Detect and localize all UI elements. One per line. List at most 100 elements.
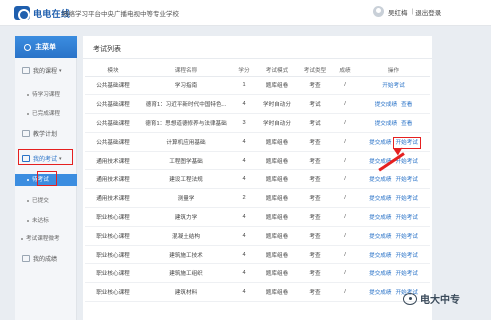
- cell-type: 考试: [297, 94, 333, 115]
- submit-grade-link[interactable]: 提交成绩: [369, 271, 391, 277]
- submit-grade-link[interactable]: 提交成绩: [369, 177, 391, 183]
- view-link[interactable]: 查看: [401, 102, 412, 108]
- logo-icon: [14, 6, 30, 21]
- start-exam-link[interactable]: 开始考试: [396, 271, 418, 277]
- exam-table: 模块 课程名称 学分 考试模式 考试类型 成绩 操作 公共基础课程 学习指南 1…: [85, 64, 430, 303]
- cell-credit: 4: [231, 169, 257, 190]
- cell-score: /: [333, 113, 357, 133]
- start-exam-link[interactable]: 开始考试: [396, 253, 418, 259]
- submit-grade-link[interactable]: 提交成绩: [369, 234, 391, 240]
- logout-link[interactable]: 退出登录: [415, 7, 441, 17]
- sidebar-item-exam-course-review[interactable]: 考试课程微考: [15, 234, 77, 242]
- table-row: 职业核心课程 建筑施工技术 4 题库组卷 考查 / 提交成绩 开始考试: [85, 245, 430, 265]
- cell-actions: 提交成绩 开始考试: [357, 263, 430, 284]
- cell-actions: 提交成绩 开始考试: [357, 245, 430, 265]
- cell-type: 考查: [297, 226, 333, 246]
- submit-grade-link[interactable]: 提交成绩: [375, 102, 397, 108]
- cell-course: 测量学: [141, 188, 231, 209]
- cell-score: /: [333, 282, 357, 303]
- cell-type: 考查: [297, 188, 333, 209]
- submit-grade-link[interactable]: 提交成绩: [369, 140, 391, 146]
- divider: [83, 58, 432, 59]
- start-exam-link[interactable]: 开始考试: [396, 177, 418, 183]
- watermark: 电大中专: [403, 291, 460, 306]
- cell-mode: 题库组卷: [257, 151, 297, 171]
- sidebar-item-label: 未达标: [32, 218, 49, 224]
- start-exam-link[interactable]: 开始考试: [396, 159, 418, 165]
- submit-grade-link[interactable]: 提交成绩: [369, 215, 391, 221]
- sidebar-item-label: 我的成绩: [33, 257, 58, 263]
- cell-score: /: [333, 76, 357, 96]
- start-exam-link[interactable]: 开始考试: [396, 215, 418, 221]
- sidebar-item-my-grades[interactable]: 我的成绩: [15, 254, 77, 263]
- cell-course: 德育1：思想道德修养与法律基础: [141, 113, 231, 133]
- watermark-text: 电大中专: [420, 295, 460, 306]
- start-exam-link[interactable]: 开始考试: [396, 196, 418, 202]
- sidebar-item-completed-courses[interactable]: 已完成课程: [15, 109, 77, 117]
- submit-grade-link[interactable]: 提交成绩: [375, 121, 397, 127]
- cell-actions: 开始考试: [357, 76, 430, 96]
- top-bar: 电电在线 网络学习平台 中央广播电视中等专业学校 吴红梅 | 退出登录: [0, 0, 491, 26]
- plan-icon: [22, 130, 30, 137]
- cell-type: 考查: [297, 282, 333, 303]
- cell-type: 考查: [297, 263, 333, 284]
- sidebar-item-submitted[interactable]: 已提交: [15, 196, 77, 204]
- sidebar-item-pending-courses[interactable]: 待学习课程: [15, 90, 77, 98]
- start-exam-link[interactable]: 开始考试: [382, 83, 404, 89]
- column-header: 模块: [85, 64, 141, 77]
- page-title: 考试列表: [93, 46, 121, 53]
- cell-score: /: [333, 207, 357, 227]
- table-row: 通用技术课程 工程图学基础 4 题库组卷 考查 / 提交成绩 开始考试: [85, 151, 430, 171]
- start-exam-link[interactable]: 开始考试: [396, 234, 418, 240]
- sidebar-item-label: 已提交: [32, 198, 49, 204]
- table-row: 职业核心课程 混凝土结构 4 题库组卷 考查 / 提交成绩 开始考试: [85, 226, 430, 246]
- submit-grade-link[interactable]: 提交成绩: [369, 290, 391, 296]
- column-header: 成绩: [333, 64, 357, 77]
- cell-score: /: [333, 132, 357, 152]
- submit-grade-link[interactable]: 提交成绩: [369, 253, 391, 259]
- cell-score: /: [333, 169, 357, 190]
- sidebar-item-my-courses[interactable]: 我的课程 ▾: [15, 66, 77, 75]
- grades-icon: [22, 255, 30, 262]
- bullet-icon: [27, 219, 29, 222]
- table-row: 通用技术课程 测量学 2 题库组卷 考查 / 提交成绩 开始考试: [85, 188, 430, 209]
- table-row: 公共基础课程 计算机应用基础 4 题库组卷 考查 / 提交成绩 开始考试: [85, 132, 430, 152]
- cell-credit: 4: [231, 132, 257, 152]
- cell-credit: 4: [231, 151, 257, 171]
- cell-module: 职业核心课程: [85, 282, 141, 303]
- sidebar-item-teaching-plan[interactable]: 教学计划: [15, 129, 77, 138]
- cell-mode: 题库组卷: [257, 226, 297, 246]
- cell-module: 职业核心课程: [85, 263, 141, 284]
- cell-mode: 题库组卷: [257, 169, 297, 190]
- cell-course: 建筑力学: [141, 207, 231, 227]
- sidebar-item-label: 我的课程: [33, 69, 58, 75]
- table-row: 通用技术课程 建设工程法规 4 题库组卷 考查 / 提交成绩 开始考试: [85, 169, 430, 190]
- user-name[interactable]: 吴红梅: [388, 7, 408, 17]
- cell-course: 工程图学基础: [141, 151, 231, 171]
- submit-grade-link[interactable]: 提交成绩: [369, 196, 391, 202]
- cell-actions: 提交成绩 开始考试: [357, 169, 430, 190]
- cell-course: 混凝土结构: [141, 226, 231, 246]
- wechat-icon: [403, 292, 417, 305]
- exam-list-panel: 考试列表 模块 课程名称 学分 考试模式 考试类型 成绩 操作 公共基础课程 学…: [83, 36, 432, 320]
- cell-actions: 提交成绩 开始考试: [357, 188, 430, 209]
- sidebar-item-not-passed[interactable]: 未达标: [15, 216, 77, 224]
- cell-module: 公共基础课程: [85, 94, 141, 115]
- view-link[interactable]: 查看: [401, 121, 412, 127]
- sidebar-item-label: 考试课程微考: [26, 236, 60, 242]
- cell-module: 通用技术课程: [85, 188, 141, 209]
- main-menu-header: 主菜单: [15, 36, 77, 58]
- user-area: 吴红梅 | 退出登录: [373, 6, 441, 17]
- cell-course: 德育1：习近平新时代中国特色...: [141, 94, 231, 115]
- cell-type: 考查: [297, 132, 333, 152]
- column-header: 操作: [357, 64, 430, 77]
- cell-type: 考查: [297, 169, 333, 190]
- table-row: 职业核心课程 建筑材料 4 题库组卷 考查 / 提交成绩 开始考试: [85, 282, 430, 303]
- cell-credit: 3: [231, 113, 257, 133]
- cell-score: /: [333, 263, 357, 284]
- avatar-icon[interactable]: [373, 6, 384, 17]
- cell-type: 考试: [297, 113, 333, 133]
- cell-credit: 4: [231, 226, 257, 246]
- column-header: 考试模式: [257, 64, 297, 77]
- cell-actions: 提交成绩 开始考试: [357, 207, 430, 227]
